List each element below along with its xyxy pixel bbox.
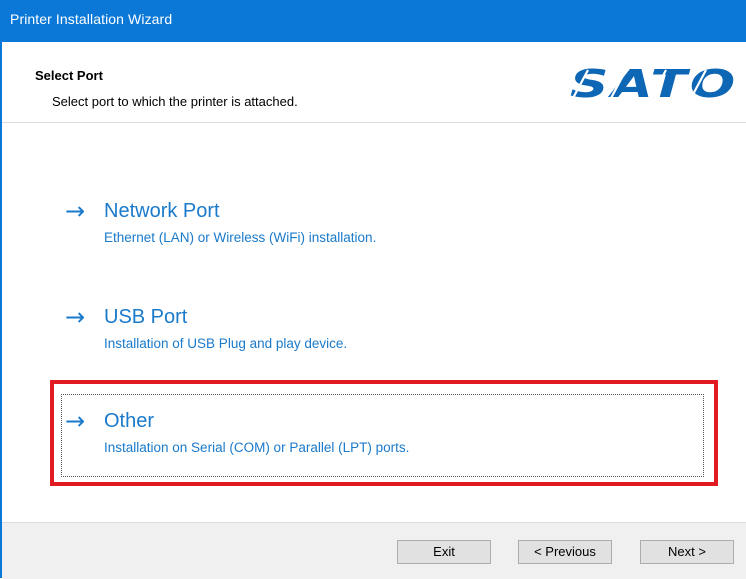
page-subtitle: Select port to which the printer is atta…	[52, 94, 298, 109]
previous-button[interactable]: < Previous	[518, 540, 612, 564]
usb-port-label: USB Port	[104, 306, 188, 328]
arrow-right-icon: →	[65, 303, 86, 331]
network-port-option[interactable]: → Network Port Ethernet (LAN) or Wireles…	[57, 196, 707, 276]
header-divider	[2, 122, 746, 123]
sato-logo-text: SATO	[570, 66, 738, 102]
next-button[interactable]: Next >	[640, 540, 734, 564]
window-title: Printer Installation Wizard	[10, 11, 173, 27]
usb-port-description: Installation of USB Plug and play device…	[104, 336, 348, 351]
arrow-right-icon: →	[65, 197, 86, 225]
title-bar: Printer Installation Wizard	[0, 0, 746, 42]
button-bar	[2, 522, 746, 579]
sato-logo: SATO	[570, 66, 738, 102]
page-title: Select Port	[35, 68, 103, 83]
usb-port-option[interactable]: → USB Port Installation of USB Plug and …	[57, 302, 707, 382]
exit-button[interactable]: Exit	[397, 540, 491, 564]
highlight-annotation	[50, 380, 718, 486]
network-port-description: Ethernet (LAN) or Wireless (WiFi) instal…	[104, 230, 377, 245]
network-port-label: Network Port	[104, 200, 220, 222]
